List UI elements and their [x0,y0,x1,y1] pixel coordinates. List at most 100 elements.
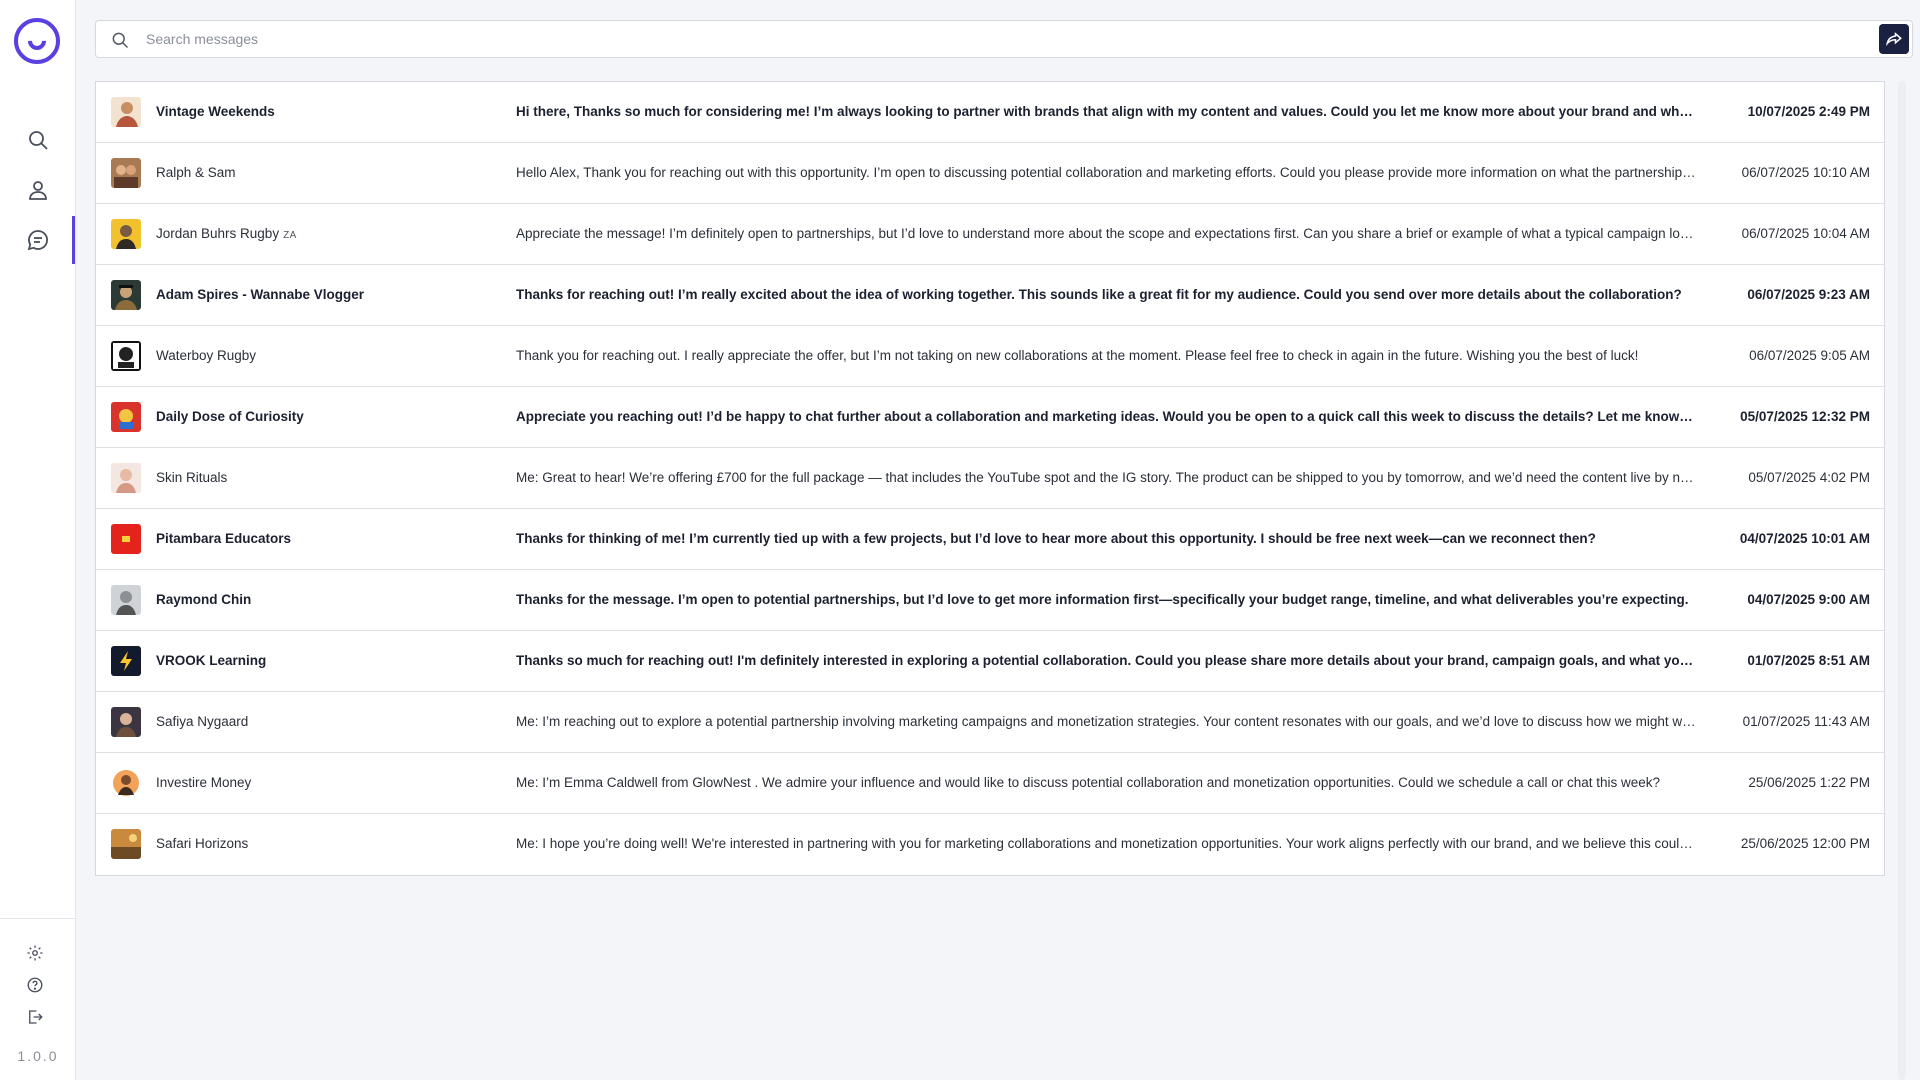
message-preview: Thanks for the message. I’m open to pote… [516,592,1689,607]
conversation-row[interactable]: Waterboy Rugby Thank you for reaching out… [96,326,1884,387]
avatar-woman-dark [111,707,141,737]
contact-name: Daily Dose of Curiosity [156,409,308,424]
avatar [111,829,141,859]
logout-button[interactable] [26,1008,48,1030]
message-preview: Thank you for reaching out. I really app… [516,348,1639,363]
message-preview: Me: I’m Emma Caldwell from GlowNest . We… [516,775,1661,790]
search-bar [95,20,1913,58]
message-timestamp: 01/07/2025 8:51 AM [1747,653,1870,668]
contact-name-text: Investire Money [156,775,252,790]
avatar [111,158,141,188]
app-version: 1.0.0 [17,1048,59,1064]
sidebar-divider [0,918,76,919]
message-timestamp: 25/06/2025 12:00 PM [1740,836,1870,851]
message-timestamp: 05/07/2025 12:32 PM [1740,409,1870,424]
contact-tag: ZA [283,230,297,241]
message-preview: Me: I’m reaching out to explore a potent… [516,714,1696,729]
contact-name-text: Daily Dose of Curiosity [156,409,304,424]
message-timestamp: 04/07/2025 9:00 AM [1747,592,1870,607]
contact-name-text: Ralph & Sam [156,165,236,180]
share-button[interactable] [1879,24,1909,54]
conversation-row[interactable]: Investire Money Me: I’m Emma Caldwell fro… [96,753,1884,814]
gear-icon [27,945,43,961]
contact-name-text: Safari Horizons [156,836,249,851]
contact-name: Safari Horizons [156,836,252,851]
message-preview: Me: Great to hear! We’re offering £700 f… [516,470,1696,485]
nav-search[interactable] [0,116,76,164]
conversation-list: Vintage Weekends Hi there, Thanks so much… [95,81,1885,876]
conversation-row[interactable]: Safari Horizons Me: I hope you’re doing w… [96,814,1884,875]
avatar [111,524,141,554]
message-preview: Hello Alex, Thank you for reaching out w… [516,165,1696,180]
message-timestamp: 06/07/2025 9:05 AM [1749,348,1870,363]
message-timestamp: 04/07/2025 10:01 AM [1739,531,1870,546]
avatar-red-colorful [111,402,141,432]
avatar [111,402,141,432]
contact-name: Ralph & Sam [156,165,240,180]
contact-name: Jordan Buhrs Rugby ZA [156,226,297,241]
sidebar: 1.0.0 [0,0,76,1080]
search-icon [29,131,48,150]
avatar [111,707,141,737]
help-icon [27,977,43,993]
avatar [111,646,141,676]
app-logo[interactable] [14,18,60,64]
search-input[interactable] [146,25,1846,53]
conversation-row[interactable]: Raymond Chin Thanks for the message. I’m … [96,570,1884,631]
avatar-woman-warm [111,97,141,127]
avatar-man-orange [111,768,141,798]
help-button[interactable] [26,976,48,998]
conversation-row[interactable]: Daily Dose of Curiosity Appreciate you re… [96,387,1884,448]
message-preview: Appreciate the message! I’m definitely o… [516,226,1696,241]
conversation-row[interactable]: Adam Spires - Wannabe Vlogger Thanks for … [96,265,1884,326]
logout-icon [29,1010,43,1024]
conversation-row[interactable]: Ralph & Sam Hello Alex, Thank you for rea… [96,143,1884,204]
avatar-man-dark [111,280,141,310]
contact-name-text: VROOK Learning [156,653,267,668]
message-timestamp: 05/07/2025 4:02 PM [1748,470,1870,485]
nav-profile[interactable] [0,166,76,214]
avatar [111,585,141,615]
main-area: Vintage Weekends Hi there, Thanks so much… [76,0,1920,1080]
message-preview: Thanks for thinking of me! I’m currently… [516,531,1596,546]
avatar-bolt-dark [111,646,141,676]
avatar [111,97,141,127]
avatar-man-yellow [111,219,141,249]
contact-name: Skin Rituals [156,470,231,485]
contact-name-text: Skin Rituals [156,470,228,485]
contact-name-text: Adam Spires - Wannabe Vlogger [156,287,365,302]
avatar [111,768,141,798]
chat-icon [27,230,48,251]
avatar [111,280,141,310]
message-timestamp: 06/07/2025 10:04 AM [1741,226,1870,241]
conversation-row[interactable]: Pitambara Educators Thanks for thinking o… [96,509,1884,570]
avatar-bw-logo [111,341,141,371]
conversation-row[interactable]: Vintage Weekends Hi there, Thanks so much… [96,82,1884,143]
conversation-row[interactable]: Jordan Buhrs Rugby ZA Appreciate the messa… [96,204,1884,265]
contact-name-text: Safiya Nygaard [156,714,249,729]
search-icon [112,32,129,49]
avatar-woman-light [111,463,141,493]
nav-messages[interactable] [0,216,76,264]
scrollbar[interactable] [1898,81,1906,1080]
message-preview: Me: I hope you’re doing well! We're inte… [516,836,1696,851]
contact-name: Pitambara Educators [156,531,295,546]
message-timestamp: 10/07/2025 2:49 PM [1747,104,1870,119]
conversation-row[interactable]: VROOK Learning Thanks so much for reachin… [96,631,1884,692]
avatar-duo-brown [111,158,141,188]
avatar [111,341,141,371]
message-timestamp: 06/07/2025 10:10 AM [1741,165,1870,180]
contact-name: Investire Money [156,775,255,790]
conversation-row[interactable]: Safiya Nygaard Me: I’m reaching out to ex… [96,692,1884,753]
avatar [111,463,141,493]
message-timestamp: 25/06/2025 1:22 PM [1748,775,1870,790]
avatar-red-flag [111,524,141,554]
avatar [111,219,141,249]
contact-name: VROOK Learning [156,653,270,668]
conversation-row[interactable]: Skin Rituals Me: Great to hear! We’re off… [96,448,1884,509]
avatar-man-grey [111,585,141,615]
contact-name: Safiya Nygaard [156,714,252,729]
contact-name: Adam Spires - Wannabe Vlogger [156,287,368,302]
avatar-landscape [111,829,141,859]
settings-button[interactable] [26,944,48,966]
